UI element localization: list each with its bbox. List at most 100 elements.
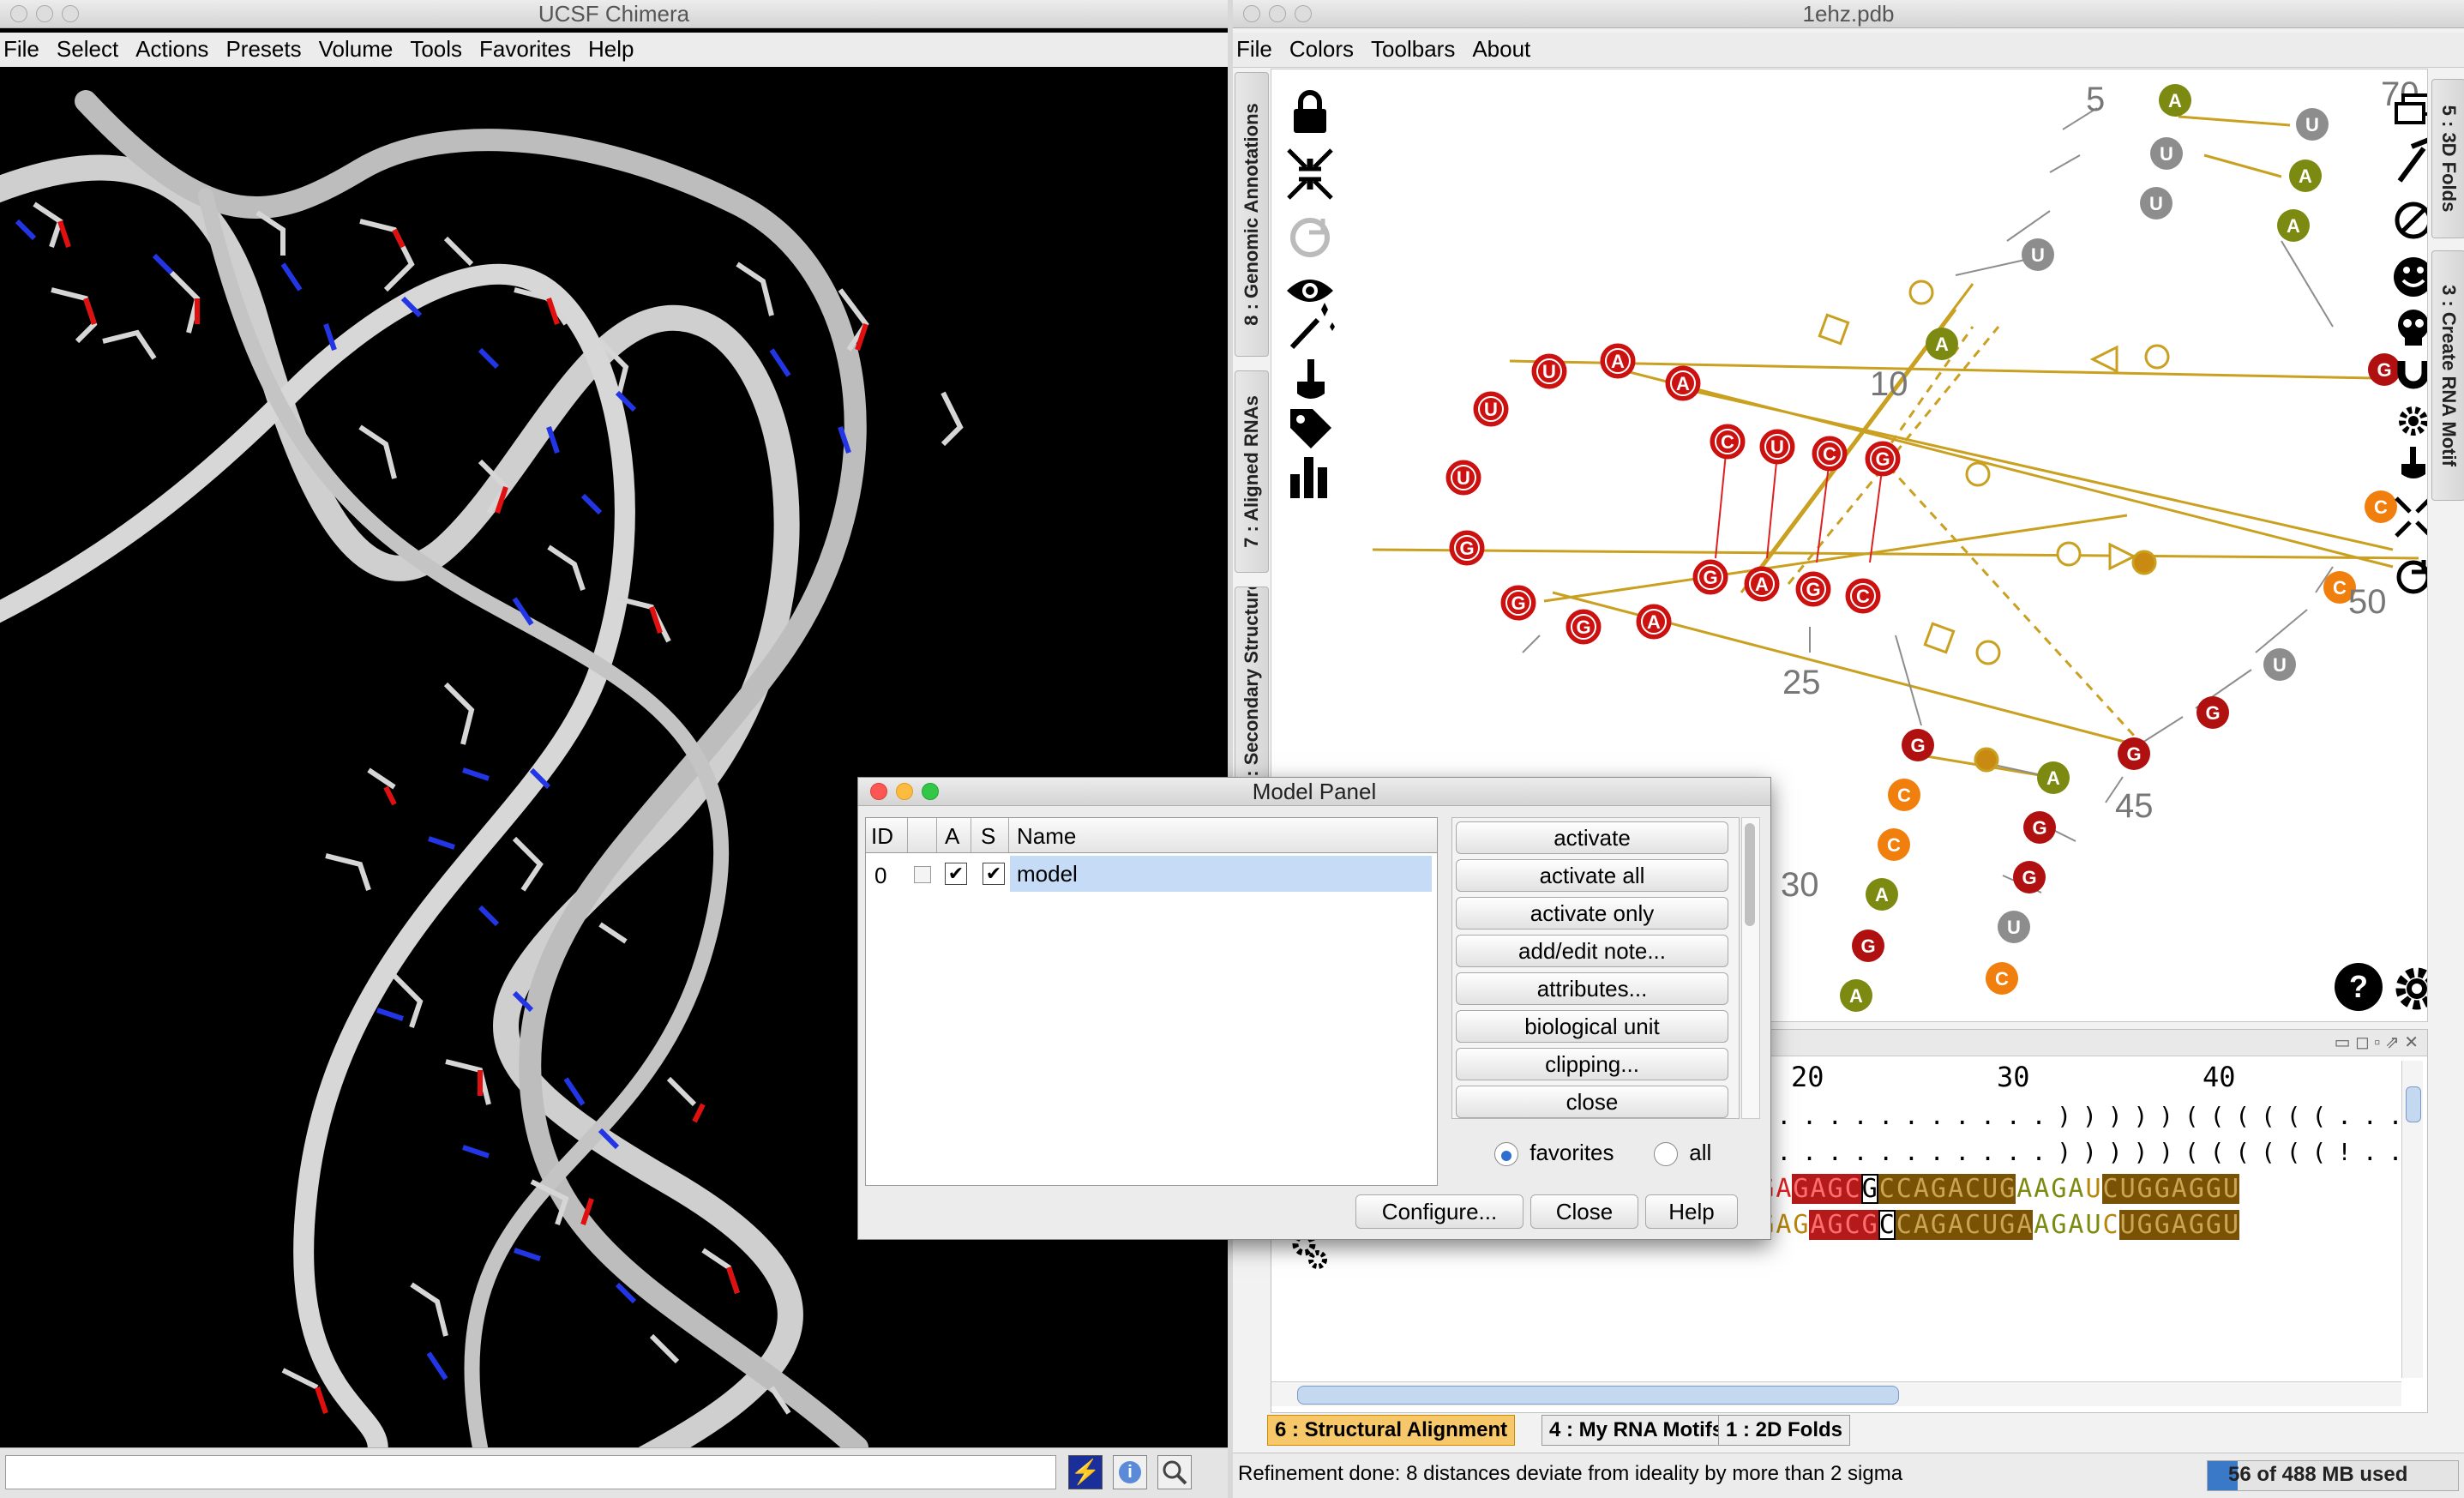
column-header-shown[interactable]: S bbox=[981, 823, 995, 850]
tag-icon[interactable] bbox=[1290, 409, 1331, 448]
radio-all-button[interactable] bbox=[1654, 1142, 1678, 1167]
skull-icon[interactable] bbox=[2398, 310, 2428, 346]
active-checkbox[interactable]: ✔ bbox=[945, 863, 967, 885]
vertical-scrollbar[interactable] bbox=[2401, 1061, 2423, 1378]
nucleotide-U[interactable]: U bbox=[2140, 187, 2173, 220]
menu-file[interactable]: File bbox=[1233, 33, 1286, 65]
radio-favorites[interactable]: favorites bbox=[1494, 1140, 1614, 1167]
windows-icon[interactable] bbox=[2395, 93, 2428, 124]
lock-icon[interactable] bbox=[1294, 90, 1326, 133]
nucleotide-G[interactable]: G bbox=[1865, 441, 1901, 477]
nucleotide-C[interactable]: C bbox=[1888, 779, 1920, 811]
horizontal-scrollbar[interactable] bbox=[1271, 1381, 2401, 1406]
nucleotide-C[interactable]: C bbox=[1878, 828, 1910, 861]
tab-structural-alignment[interactable]: 6 : Structural Alignment bbox=[1267, 1415, 1516, 1446]
add-edit-note-button[interactable]: add/edit note... bbox=[1456, 935, 1728, 967]
activate-all-button[interactable]: activate all bbox=[1456, 859, 1728, 892]
help-icon[interactable]: ? bbox=[2333, 961, 2384, 1013]
menu-favorites[interactable]: Favorites bbox=[476, 33, 585, 65]
tab-aligned-rnas[interactable]: 7 : Aligned RNAs bbox=[1235, 370, 1269, 573]
nucleotide-A[interactable]: A bbox=[2037, 761, 2070, 794]
nucleotide-G[interactable]: G bbox=[1852, 929, 1884, 962]
nucleotide-G[interactable]: G bbox=[1795, 571, 1831, 607]
nucleotide-U[interactable]: U bbox=[2296, 108, 2329, 141]
nucleotide-A[interactable]: A bbox=[2289, 159, 2322, 192]
menu-actions[interactable]: Actions bbox=[132, 33, 222, 65]
activate-only-button[interactable]: activate only bbox=[1456, 897, 1728, 929]
nucleotide-U[interactable]: U bbox=[1998, 911, 2030, 943]
menu-about[interactable]: About bbox=[1469, 33, 1544, 65]
menu-select[interactable]: Select bbox=[53, 33, 132, 65]
menu-help[interactable]: Help bbox=[585, 33, 647, 65]
nucleotide-A[interactable]: A bbox=[1636, 604, 1672, 640]
table-row[interactable]: 0 ✔ ✔ model bbox=[866, 856, 1437, 892]
nucleotide-U[interactable]: U bbox=[1473, 391, 1509, 427]
nucleotide-A[interactable]: A bbox=[1600, 343, 1636, 379]
horizontal-scroll-thumb[interactable] bbox=[1297, 1386, 1899, 1405]
close-dialog-text-button[interactable]: Close bbox=[1530, 1194, 1638, 1229]
button-list-scroll-thumb[interactable] bbox=[1745, 823, 1755, 926]
column-header-id[interactable]: ID bbox=[871, 823, 893, 850]
nucleotide-U[interactable]: U bbox=[1759, 429, 1795, 465]
close-model-button[interactable]: close bbox=[1456, 1086, 1728, 1118]
nucleotide-A[interactable]: A bbox=[1926, 328, 1958, 360]
tab-3d-folds[interactable]: 5 : 3D Folds bbox=[2431, 79, 2464, 238]
reset-icon[interactable] bbox=[2396, 560, 2428, 594]
collapse-icon[interactable] bbox=[1287, 148, 1333, 200]
nucleotide-G[interactable]: G bbox=[2118, 737, 2150, 770]
nucleotide-C[interactable]: C bbox=[1845, 578, 1881, 614]
command-line-input[interactable] bbox=[5, 1455, 1056, 1489]
forbidden-icon[interactable] bbox=[2395, 202, 2428, 239]
column-header-active[interactable]: A bbox=[945, 823, 959, 850]
column-header-name[interactable]: Name bbox=[1017, 823, 1076, 850]
nucleotide-U[interactable]: U bbox=[2263, 648, 2296, 681]
magnifier-icon[interactable] bbox=[1157, 1455, 1192, 1489]
nucleotide-C[interactable]: C bbox=[1812, 436, 1848, 472]
eye-icon[interactable] bbox=[1287, 280, 1333, 302]
help-button[interactable]: Help bbox=[1645, 1194, 1738, 1229]
menu-presets[interactable]: Presets bbox=[222, 33, 315, 65]
vertical-scroll-thumb[interactable] bbox=[2406, 1086, 2421, 1122]
nucleotide-C[interactable]: C bbox=[1986, 962, 2018, 995]
settings-gear-icon[interactable] bbox=[2391, 963, 2428, 1014]
shown-checkbox[interactable]: ✔ bbox=[983, 863, 1005, 885]
magnet-icon[interactable] bbox=[2397, 361, 2427, 389]
row-select-checkbox[interactable] bbox=[914, 866, 931, 883]
info-icon[interactable]: i bbox=[1113, 1455, 1147, 1489]
clipping-button[interactable]: clipping... bbox=[1456, 1048, 1728, 1080]
brush-icon[interactable] bbox=[2401, 447, 2425, 478]
button-list-scrollbar[interactable] bbox=[1741, 817, 1760, 1119]
nucleotide-G[interactable]: G bbox=[2197, 696, 2229, 729]
paintbrush-icon[interactable] bbox=[1297, 359, 1325, 399]
nucleotide-A[interactable]: A bbox=[1866, 878, 1898, 911]
memory-indicator[interactable]: 56 of 488 MB used bbox=[2207, 1460, 2459, 1491]
molecule-viewport[interactable] bbox=[0, 67, 1228, 1447]
refresh-icon[interactable] bbox=[1290, 218, 1330, 257]
tab-genomic-annotations[interactable]: 8 : Genomic Annotations bbox=[1235, 72, 1269, 357]
nucleotide-A[interactable]: A bbox=[1840, 979, 1872, 1012]
tab-create-rna-motif[interactable]: 3 : Create RNA Motif bbox=[2431, 250, 2464, 501]
radio-all[interactable]: all bbox=[1654, 1140, 1711, 1167]
nucleotide-G[interactable]: G bbox=[2023, 811, 2056, 844]
nucleotide-U[interactable]: U bbox=[1445, 460, 1481, 496]
menu-colors[interactable]: Colors bbox=[1286, 33, 1367, 65]
menu-file[interactable]: File bbox=[0, 33, 53, 65]
nucleotide-G[interactable]: G bbox=[1566, 609, 1602, 645]
configure-button[interactable]: Configure... bbox=[1355, 1194, 1523, 1229]
menu-tools[interactable]: Tools bbox=[406, 33, 476, 65]
lightning-icon[interactable]: ⚡ bbox=[1068, 1455, 1103, 1489]
nucleotide-G[interactable]: G bbox=[1449, 530, 1485, 566]
magic-wand-icon[interactable] bbox=[1289, 303, 1335, 350]
tab-my-rna-motifs[interactable]: 4 : My RNA Motifs bbox=[1542, 1415, 1732, 1446]
nucleotide-C[interactable]: C bbox=[1710, 424, 1746, 460]
nucleotide-U[interactable]: U bbox=[2150, 137, 2183, 170]
gear-small-icon[interactable] bbox=[2399, 406, 2427, 436]
menu-volume[interactable]: Volume bbox=[316, 33, 407, 65]
menu-toolbars[interactable]: Toolbars bbox=[1367, 33, 1469, 65]
nucleotide-A[interactable]: A bbox=[1744, 566, 1780, 602]
nucleotide-U[interactable]: U bbox=[1531, 353, 1567, 389]
tab-2d-folds[interactable]: 1 : 2D Folds bbox=[1718, 1415, 1851, 1446]
nucleotide-A[interactable]: A bbox=[2159, 84, 2191, 117]
nucleotide-G[interactable]: G bbox=[2013, 861, 2046, 893]
bar-chart-icon[interactable] bbox=[1290, 457, 1327, 498]
